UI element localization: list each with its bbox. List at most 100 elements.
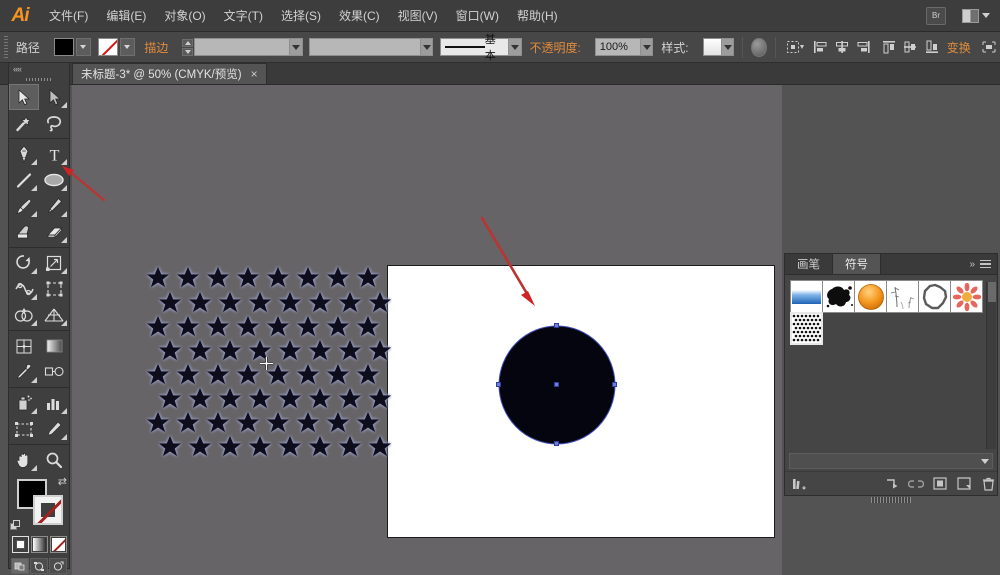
perspective-grid-tool[interactable]: [39, 302, 69, 328]
canvas-area[interactable]: [72, 85, 782, 575]
blob-brush-tool[interactable]: [9, 219, 39, 245]
expand-panel-icon[interactable]: »: [969, 259, 974, 270]
toolbar-stroke-swatch[interactable]: [33, 495, 63, 525]
scale-tool[interactable]: [39, 250, 69, 276]
selected-ellipse[interactable]: [496, 321, 624, 449]
variable-width-profile-input[interactable]: [309, 38, 420, 56]
zoom-tool[interactable]: [39, 447, 69, 473]
fill-dropdown[interactable]: [76, 38, 91, 56]
stepper-down[interactable]: [182, 48, 193, 56]
menu-select[interactable]: 选择(S): [272, 0, 330, 32]
symbol-libraries-icon[interactable]: [791, 472, 809, 496]
menu-edit[interactable]: 编辑(E): [97, 0, 155, 32]
chevron-down-icon[interactable]: [981, 459, 989, 464]
control-bar-grip[interactable]: [4, 36, 8, 58]
anchor-point-bottom[interactable]: [554, 441, 559, 446]
symbol-grass-sprigs[interactable]: [886, 280, 919, 313]
align-right-icon[interactable]: [855, 36, 872, 58]
gradient-tool[interactable]: [39, 333, 69, 359]
symbol-blue-gradient[interactable]: [790, 280, 823, 313]
align-bottom-icon[interactable]: [923, 36, 940, 58]
line-segment-tool[interactable]: [9, 167, 39, 193]
align-center-horizontal-icon[interactable]: [834, 36, 851, 58]
break-link-icon[interactable]: [907, 472, 925, 496]
brush-definition-display[interactable]: 基本: [440, 38, 509, 56]
menu-view[interactable]: 视图(V): [389, 0, 447, 32]
none-mode-icon[interactable]: [50, 536, 67, 553]
stroke-dropdown[interactable]: [120, 38, 135, 56]
stroke-swatch[interactable]: [98, 38, 118, 56]
column-graph-tool[interactable]: [39, 390, 69, 416]
menu-type[interactable]: 文字(T): [215, 0, 272, 32]
anchor-point-center[interactable]: [554, 382, 559, 387]
paintbrush-tool[interactable]: [9, 193, 39, 219]
selection-tool[interactable]: [9, 84, 39, 110]
stepper-up[interactable]: [182, 39, 193, 47]
eyedropper-tool[interactable]: [9, 359, 39, 385]
free-transform-tool[interactable]: [39, 276, 69, 302]
magic-wand-tool[interactable]: [9, 110, 39, 136]
gradient-mode-icon[interactable]: [31, 536, 48, 553]
align-left-icon[interactable]: [812, 36, 829, 58]
menu-help[interactable]: 帮助(H): [508, 0, 567, 32]
tools-panel-grip[interactable]: [9, 75, 69, 84]
brush-definition-dropdown[interactable]: [509, 38, 522, 56]
isolate-group-icon[interactable]: [751, 38, 766, 57]
type-tool[interactable]: T: [39, 141, 69, 167]
graphic-style-dropdown[interactable]: [722, 38, 735, 56]
artboard-tool[interactable]: [9, 416, 39, 442]
swap-fill-stroke-icon[interactable]: ⇄: [58, 477, 67, 488]
anchor-point-right[interactable]: [612, 382, 617, 387]
pen-tool[interactable]: [9, 141, 39, 167]
envelope-distort-icon[interactable]: [981, 36, 998, 58]
close-icon[interactable]: ×: [251, 68, 258, 80]
width-tool[interactable]: [9, 276, 39, 302]
tools-panel-header[interactable]: ««: [9, 63, 69, 75]
color-mode-icon[interactable]: [12, 536, 29, 553]
menu-window[interactable]: 窗口(W): [447, 0, 508, 32]
symbols-grid[interactable]: [785, 275, 997, 344]
delete-symbol-icon[interactable]: [979, 472, 997, 496]
symbol-halftone-pattern[interactable]: [790, 312, 823, 345]
draw-normal-icon[interactable]: [11, 558, 29, 574]
menu-effect[interactable]: 效果(C): [330, 0, 389, 32]
document-tab[interactable]: 未标题-3* @ 50% (CMYK/预览) ×: [72, 63, 267, 84]
pencil-tool[interactable]: [39, 193, 69, 219]
symbols-scrollbar[interactable]: [986, 282, 996, 449]
bridge-icon[interactable]: Br: [926, 7, 946, 25]
symbol-red-flower[interactable]: [950, 280, 983, 313]
transform-button[interactable]: 变换: [947, 39, 971, 56]
shape-builder-tool[interactable]: [9, 302, 39, 328]
stroke-weight-stepper[interactable]: [182, 39, 193, 56]
anchor-point-top[interactable]: [554, 323, 559, 328]
collapse-panel-icon[interactable]: ««: [13, 65, 21, 74]
hand-tool[interactable]: [9, 447, 39, 473]
stroke-control[interactable]: [98, 38, 135, 56]
mesh-tool[interactable]: [9, 333, 39, 359]
graphic-style-swatch[interactable]: [703, 38, 722, 56]
symbol-gray-ring[interactable]: [918, 280, 951, 313]
symbol-ink-splat[interactable]: [822, 280, 855, 313]
panel-menu-icon[interactable]: [980, 260, 991, 269]
align-center-vertical-icon[interactable]: [902, 36, 919, 58]
align-top-icon[interactable]: [881, 36, 898, 58]
ellipse-tool[interactable]: [39, 167, 69, 193]
fill-swatch[interactable]: [54, 38, 74, 56]
default-fill-stroke-icon[interactable]: [10, 520, 21, 531]
lasso-tool[interactable]: [39, 110, 69, 136]
place-symbol-instance-icon[interactable]: [883, 472, 901, 496]
symbol-sprayer-tool[interactable]: [9, 390, 39, 416]
stroke-weight-dropdown[interactable]: [290, 38, 303, 56]
slice-tool[interactable]: [39, 416, 69, 442]
variable-width-dropdown[interactable]: [421, 38, 434, 56]
eraser-tool[interactable]: [39, 219, 69, 245]
tab-symbols[interactable]: 符号: [833, 254, 881, 274]
draw-behind-icon[interactable]: [30, 558, 48, 574]
panel-resize-grip[interactable]: [871, 497, 911, 503]
select-similar-icon[interactable]: [786, 36, 804, 58]
rotate-tool[interactable]: [9, 250, 39, 276]
draw-inside-icon[interactable]: [49, 558, 67, 574]
symbol-options-icon[interactable]: [931, 472, 949, 496]
opacity-input[interactable]: 100%: [595, 38, 641, 56]
symbol-orange-sphere[interactable]: [854, 280, 887, 313]
